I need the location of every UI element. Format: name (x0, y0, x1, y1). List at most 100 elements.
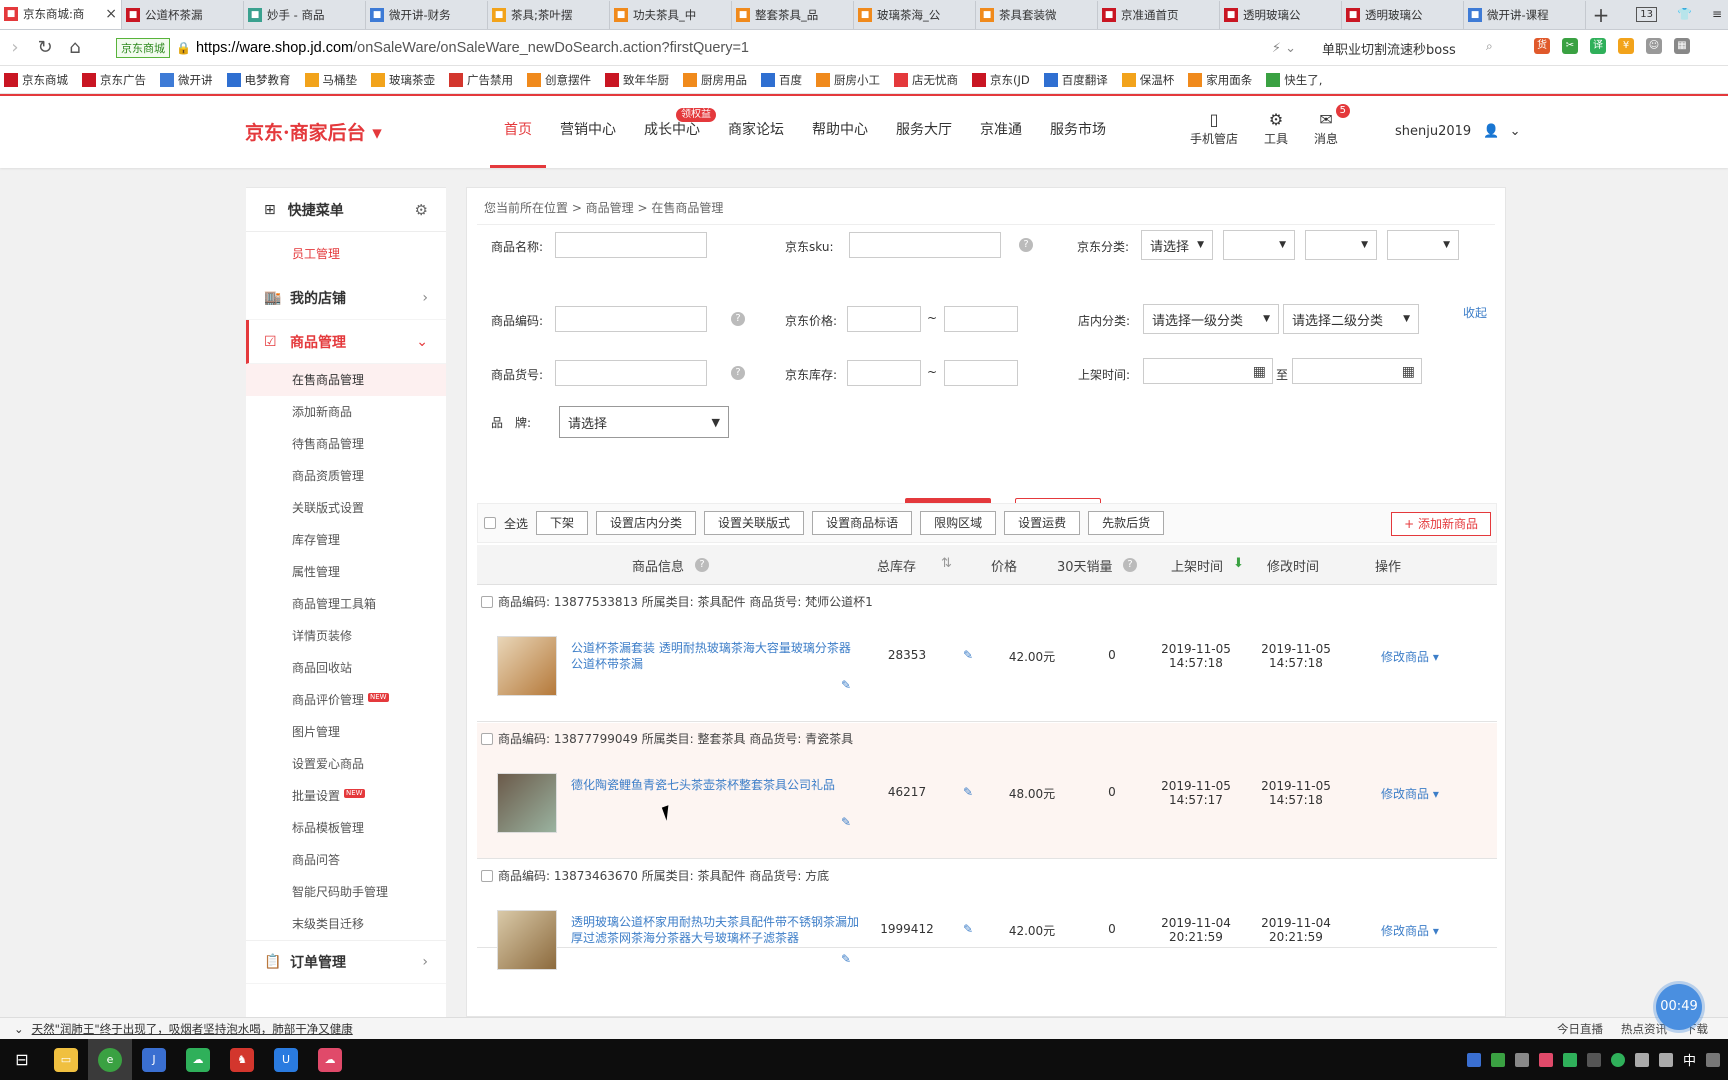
notification-icon[interactable] (1706, 1052, 1720, 1067)
bookmark-item[interactable]: 百度翻译 (1043, 72, 1108, 88)
bookmark-item[interactable]: 致年华厨 (605, 72, 669, 88)
apps-icon[interactable]: ▦ (1674, 38, 1690, 54)
sidebar-item[interactable]: 末级类目迁移 (246, 908, 446, 940)
edit-product-link[interactable]: 修改商品 ▾ (1381, 922, 1439, 939)
nav-item[interactable]: 首页 (490, 96, 546, 168)
close-icon[interactable]: × (105, 6, 117, 22)
recording-timer[interactable]: 00:49 (1656, 984, 1702, 1030)
user-menu[interactable]: shenju2019 👤 ⌄ (1395, 124, 1521, 139)
nav-item[interactable]: 服务市场 (1036, 96, 1120, 168)
bookmark-item[interactable]: 电梦教育 (226, 72, 291, 88)
calendar-icon[interactable]: ▦ (1253, 364, 1266, 380)
sidebar-item[interactable]: 商品评价管理 NEW (246, 684, 446, 716)
edit-stock-icon[interactable]: ✎ (963, 648, 973, 662)
batch-button[interactable]: 设置关联版式 (704, 511, 805, 535)
add-product-button[interactable]: + 添加新商品 (1391, 512, 1491, 536)
col-modified-time[interactable]: 修改时间 (1267, 556, 1319, 575)
batch-button[interactable]: 设置店内分类 (596, 511, 697, 535)
category-select-1[interactable]: 请选择 ▼ (1141, 230, 1213, 260)
sidebar-item[interactable]: 详情页装修 (246, 620, 446, 652)
home-icon[interactable]: ⌂ (60, 37, 90, 58)
browser-tab[interactable]: ■ 微开讲-课程 (1464, 1, 1586, 29)
sidebar-item[interactable]: 关联版式设置 (246, 492, 446, 524)
category-select-4[interactable]: ▼ (1387, 230, 1459, 260)
product-name-input[interactable] (555, 232, 707, 258)
volume-icon[interactable] (1658, 1052, 1673, 1067)
sidebar-item[interactable]: 商品回收站 (246, 652, 446, 684)
batch-button[interactable]: 先款后货 (1088, 511, 1165, 535)
u-app-icon[interactable]: U (264, 1039, 308, 1080)
batch-button[interactable]: 设置运费 (1004, 511, 1081, 535)
sidebar-item-staff[interactable]: 员工管理 (246, 232, 446, 276)
sort-icon[interactable]: ⇅ (941, 556, 952, 571)
feedback-icon[interactable]: ☺ (1646, 38, 1662, 54)
batch-button[interactable]: 设置商品标语 (812, 511, 913, 535)
browser-tab[interactable]: ■ 京准通首页 (1098, 1, 1220, 29)
browser-tab[interactable]: ■ 玻璃茶海_公 (854, 1, 976, 29)
forward-icon[interactable]: › (0, 37, 30, 58)
sidebar-cat-product-mgmt[interactable]: ☑ 商品管理 ⌄ (246, 320, 446, 364)
product-code-input[interactable] (555, 306, 707, 332)
bookmark-item[interactable]: 创意摆件 (527, 72, 591, 88)
product-title-link[interactable]: 公道杯茶漏套装 透明耐热玻璃茶海大容量玻璃分茶器公道杯带茶漏 (571, 640, 861, 672)
bookmark-item[interactable]: 京东(JD (972, 72, 1030, 88)
extension-icon[interactable]: 货 (1534, 38, 1550, 54)
nav-item[interactable]: 帮助中心 (798, 96, 882, 168)
lightning-icon[interactable]: ⚡ ⌄ (1272, 41, 1296, 56)
product-thumbnail[interactable] (497, 636, 557, 696)
bookmark-item[interactable]: 微开讲 (160, 72, 213, 88)
sidebar-item[interactable]: 设置爱心商品 (246, 748, 446, 780)
brand-select[interactable]: 请选择 ▼ (559, 406, 729, 438)
tray-icon[interactable] (1538, 1052, 1553, 1067)
tray-icon[interactable] (1586, 1052, 1601, 1067)
header-tool[interactable]: ⚙ 工具 (1264, 110, 1288, 147)
price-min-input[interactable] (847, 306, 921, 332)
nav-item[interactable]: 服务大厅 (882, 96, 966, 168)
sidebar-item[interactable]: 待售商品管理 (246, 428, 446, 460)
browser-icon[interactable]: e (88, 1039, 132, 1080)
col-stock[interactable]: 总库存 (877, 556, 916, 575)
nav-item[interactable]: 成长中心 领权益 (630, 96, 716, 168)
nav-item[interactable]: 商家论坛 (714, 96, 798, 168)
tray-icon[interactable] (1466, 1052, 1481, 1067)
bookmark-item[interactable]: 厨房用品 (683, 72, 747, 88)
edit-product-link[interactable]: 修改商品 ▾ (1381, 648, 1439, 665)
tray-icon[interactable] (1490, 1052, 1505, 1067)
collapse-link[interactable]: 收起 (1463, 304, 1487, 321)
calendar-icon[interactable]: ▦ (1402, 364, 1415, 380)
product-title-link[interactable]: 德化陶瓷鲤鱼青瓷七头茶壶茶杯整套茶具公司礼品 (571, 777, 861, 793)
sidebar-cat-order-mgmt[interactable]: 📋 订单管理 › (246, 940, 446, 984)
network-icon[interactable] (1634, 1052, 1649, 1067)
sort-down-icon[interactable]: ⬇ (1233, 556, 1244, 571)
store-category-select-2[interactable]: 请选择二级分类 ▼ (1283, 304, 1419, 334)
stock-min-input[interactable] (847, 360, 921, 386)
edit-title-icon[interactable]: ✎ (841, 678, 851, 692)
status-link[interactable]: 今日直播 (1557, 1021, 1603, 1037)
translate-icon[interactable]: 译 (1590, 38, 1606, 54)
item-no-input[interactable] (555, 360, 707, 386)
sidebar-item[interactable]: 图片管理 (246, 716, 446, 748)
category-select-3[interactable]: ▼ (1305, 230, 1377, 260)
edit-title-icon[interactable]: ✎ (841, 952, 851, 966)
chevron-down-icon[interactable]: ⌄ (14, 1022, 24, 1036)
wechat-tray-icon[interactable] (1610, 1052, 1625, 1067)
sidebar-item[interactable]: 标品模板管理 (246, 812, 446, 844)
nav-item[interactable]: 营销中心 (546, 96, 630, 168)
sidebar-item[interactable]: 商品资质管理 (246, 460, 446, 492)
browser-tab[interactable]: ■ 功夫茶具_中 (610, 1, 732, 29)
tray-icon[interactable] (1514, 1052, 1529, 1067)
app-icon[interactable]: ♞ (220, 1039, 264, 1080)
sku-input[interactable] (849, 232, 1001, 258)
col-shelf-time[interactable]: 上架时间 (1171, 556, 1223, 575)
gear-icon[interactable]: ⚙ (415, 201, 428, 219)
header-tool[interactable]: ✉ 消息 5 (1314, 104, 1351, 147)
bookmark-item[interactable]: 快生了, (1266, 72, 1322, 88)
bookmark-item[interactable]: 百度 (761, 72, 802, 88)
nav-item[interactable]: 京准通 (966, 96, 1036, 168)
new-tab-button[interactable]: + (1586, 1, 1616, 29)
category-select-2[interactable]: ▼ (1223, 230, 1295, 260)
sidebar-item[interactable]: 在售商品管理 (246, 364, 446, 396)
reload-icon[interactable]: ↻ (30, 37, 60, 58)
row-checkbox[interactable] (481, 869, 493, 882)
file-explorer-icon[interactable]: ▭ (44, 1039, 88, 1080)
